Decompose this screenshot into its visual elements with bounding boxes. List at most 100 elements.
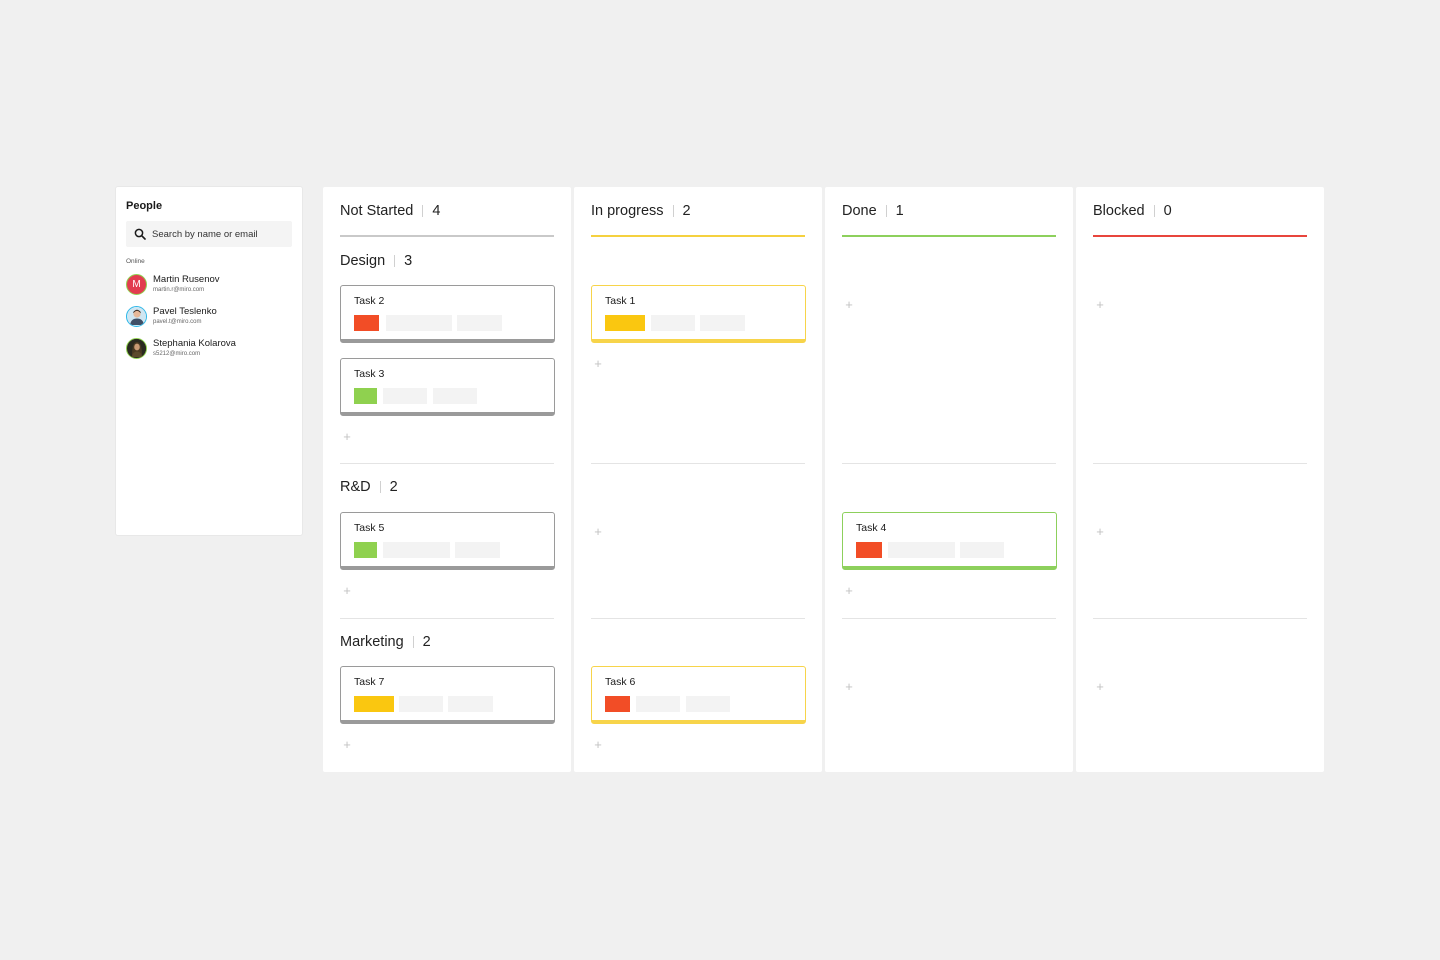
task-title: Task 5 [354, 522, 385, 534]
task-title: Task 1 [605, 295, 636, 307]
person-item[interactable]: M Martin Rusenov martin.r@miro.com [126, 271, 292, 297]
header-separator [422, 205, 424, 217]
add-card-button[interactable]: + [1093, 525, 1107, 539]
task-title: Task 7 [354, 676, 385, 688]
column-count: 2 [682, 203, 691, 219]
task-card-2[interactable]: Task 2 [340, 285, 555, 343]
add-card-button[interactable]: + [591, 525, 605, 539]
header-separator [394, 255, 396, 267]
avatar [126, 337, 147, 359]
group-name: Design [340, 253, 386, 269]
task-card-4[interactable]: Task 4 [842, 512, 1057, 570]
people-panel: People Online M Martin Rusenov martin.r@… [116, 187, 302, 535]
add-card-button[interactable]: + [591, 738, 605, 752]
group-title-marketing: Marketing 2 [340, 634, 431, 650]
column-title: Not Started [340, 203, 414, 219]
group-count: 2 [422, 634, 431, 650]
column-count: 1 [895, 203, 904, 219]
task-placeholder [651, 315, 695, 331]
task-card-7[interactable]: Task 7 [340, 666, 555, 724]
add-card-button[interactable]: + [340, 584, 354, 598]
column-header: In progress 2 [591, 203, 691, 219]
task-placeholder [433, 388, 477, 404]
task-placeholder [700, 315, 745, 331]
task-color-tag [354, 388, 377, 404]
task-color-tag [856, 542, 882, 558]
task-color-tag [354, 542, 377, 558]
group-name: Marketing [340, 634, 404, 650]
group-divider [1093, 463, 1307, 464]
header-separator [672, 205, 674, 217]
group-count: 2 [389, 479, 398, 495]
task-title: Task 3 [354, 368, 385, 380]
task-color-tag [354, 315, 379, 331]
column-status-line [1093, 235, 1307, 237]
column-count: 4 [432, 203, 441, 219]
add-card-button[interactable]: + [591, 357, 605, 371]
task-title: Task 4 [856, 522, 887, 534]
column-blocked: Blocked 0 + + + [1076, 187, 1324, 772]
task-color-tag [354, 696, 394, 712]
person-item[interactable]: Stephania Kolarova s5212@miro.com [126, 335, 292, 361]
people-search-input[interactable] [152, 228, 292, 240]
person-item[interactable]: Pavel Teslenko pavel.t@miro.com [126, 303, 292, 329]
add-card-button[interactable]: + [842, 680, 856, 694]
task-placeholder [383, 542, 450, 558]
group-divider [842, 618, 1056, 619]
header-separator [412, 636, 414, 648]
person-name: Martin Rusenov [153, 274, 220, 286]
column-header: Not Started 4 [340, 203, 440, 219]
column-title: Done [842, 203, 877, 219]
add-card-button[interactable]: + [340, 430, 354, 444]
task-card-6[interactable]: Task 6 [591, 666, 806, 724]
person-email: s5212@miro.com [153, 350, 201, 357]
task-card-3[interactable]: Task 3 [340, 358, 555, 416]
add-card-button[interactable]: + [1093, 298, 1107, 312]
add-card-button[interactable]: + [842, 584, 856, 598]
task-color-tag [605, 315, 645, 331]
task-title: Task 6 [605, 676, 636, 688]
people-panel-title: People [126, 200, 163, 212]
column-done: Done 1 + Task 4 + + [825, 187, 1073, 772]
task-placeholder [455, 542, 500, 558]
task-card-1[interactable]: Task 1 [591, 285, 806, 343]
header-separator [1153, 205, 1155, 217]
group-title-design: Design 3 [340, 253, 412, 269]
add-card-button[interactable]: + [1093, 680, 1107, 694]
group-divider [340, 618, 554, 619]
task-placeholder [457, 315, 502, 331]
search-icon [134, 228, 146, 240]
column-header: Done 1 [842, 203, 904, 219]
person-email: pavel.t@miro.com [153, 318, 202, 325]
person-name: Pavel Teslenko [153, 306, 217, 318]
group-divider [1093, 618, 1307, 619]
header-separator [379, 481, 381, 493]
task-title: Task 2 [354, 295, 385, 307]
people-search-box[interactable] [126, 221, 292, 247]
group-name: R&D [340, 479, 371, 495]
avatar-initial: M [132, 278, 141, 290]
person-email: martin.r@miro.com [153, 286, 205, 293]
task-placeholder [888, 542, 955, 558]
group-count: 3 [404, 253, 413, 269]
add-card-button[interactable]: + [340, 738, 354, 752]
group-divider [591, 463, 805, 464]
column-in-progress: In progress 2 Task 1 + + Task 6 + [574, 187, 822, 772]
column-not-started: Not Started 4 Design 3 Task 2 Task 3 + R… [323, 187, 571, 772]
person-name: Stephania Kolarova [153, 338, 236, 350]
column-status-line [591, 235, 805, 237]
task-placeholder [383, 388, 427, 404]
column-header: Blocked 0 [1093, 203, 1172, 219]
column-status-line [842, 235, 1056, 237]
task-placeholder [686, 696, 730, 712]
task-card-5[interactable]: Task 5 [340, 512, 555, 570]
task-color-tag [605, 696, 630, 712]
column-count: 0 [1163, 203, 1172, 219]
avatar [126, 305, 147, 327]
add-card-button[interactable]: + [842, 298, 856, 312]
task-placeholder [960, 542, 1004, 558]
column-title: Blocked [1093, 203, 1145, 219]
header-separator [885, 205, 887, 217]
group-title-rnd: R&D 2 [340, 479, 398, 495]
column-title: In progress [591, 203, 664, 219]
